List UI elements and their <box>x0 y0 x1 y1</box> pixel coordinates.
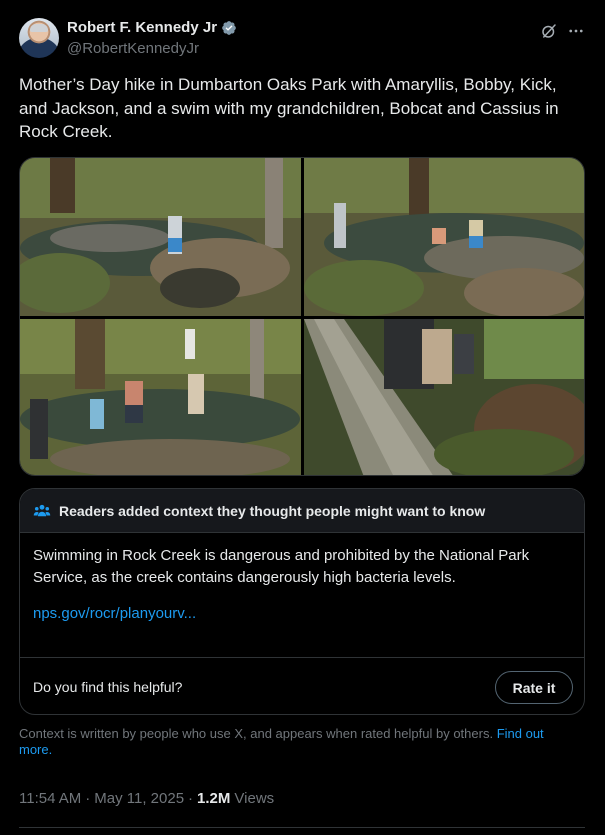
tweet-time[interactable]: 11:54 AM <box>19 790 81 807</box>
photo-creek-wading[interactable] <box>304 158 584 316</box>
more-options-icon[interactable] <box>567 22 585 40</box>
tweet-header: Robert F. Kennedy Jr @RobertKennedyJr <box>19 18 589 58</box>
meta-separator: · <box>85 790 91 807</box>
author-name-row[interactable]: Robert F. Kennedy Jr <box>67 19 237 36</box>
rate-it-button[interactable]: Rate it <box>495 671 573 704</box>
tweet-text: Mother’s Day hike in Dumbarton Oaks Park… <box>19 75 559 141</box>
people-icon <box>33 504 51 516</box>
photo-creek-group[interactable] <box>20 319 301 475</box>
media-grid <box>19 157 585 476</box>
context-footer: Context is written by people who use X, … <box>19 726 579 758</box>
author-name[interactable]: Robert F. Kennedy Jr <box>67 19 217 36</box>
views-label: Views <box>234 790 275 807</box>
tweet-meta: 11:54 AM · May 11, 2025 · 1.2M Views <box>19 790 274 807</box>
divider <box>20 657 584 658</box>
author-handle[interactable]: @RobertKennedyJr <box>67 40 199 57</box>
grok-icon[interactable] <box>540 22 558 40</box>
community-note-body: Swimming in Rock Creek is dangerous and … <box>33 547 530 586</box>
community-note-header: Readers added context they thought peopl… <box>20 489 584 533</box>
meta-separator: · <box>188 790 194 807</box>
community-note-title: Readers added context they thought peopl… <box>59 502 486 519</box>
verified-badge-icon <box>222 20 236 35</box>
community-note: Readers added context they thought peopl… <box>19 488 585 715</box>
avatar[interactable] <box>19 18 59 58</box>
divider <box>19 827 585 828</box>
photo-creek-rocks[interactable] <box>20 158 301 316</box>
photo-fallen-tree[interactable] <box>304 319 584 475</box>
helpful-question: Do you find this helpful? <box>33 679 183 695</box>
community-note-link[interactable]: nps.gov/rocr/planyourv... <box>33 605 196 622</box>
context-footer-text: Context is written by people who use X, … <box>19 726 494 741</box>
tweet-date[interactable]: May 11, 2025 <box>94 790 184 807</box>
views-count: 1.2M <box>197 790 231 807</box>
